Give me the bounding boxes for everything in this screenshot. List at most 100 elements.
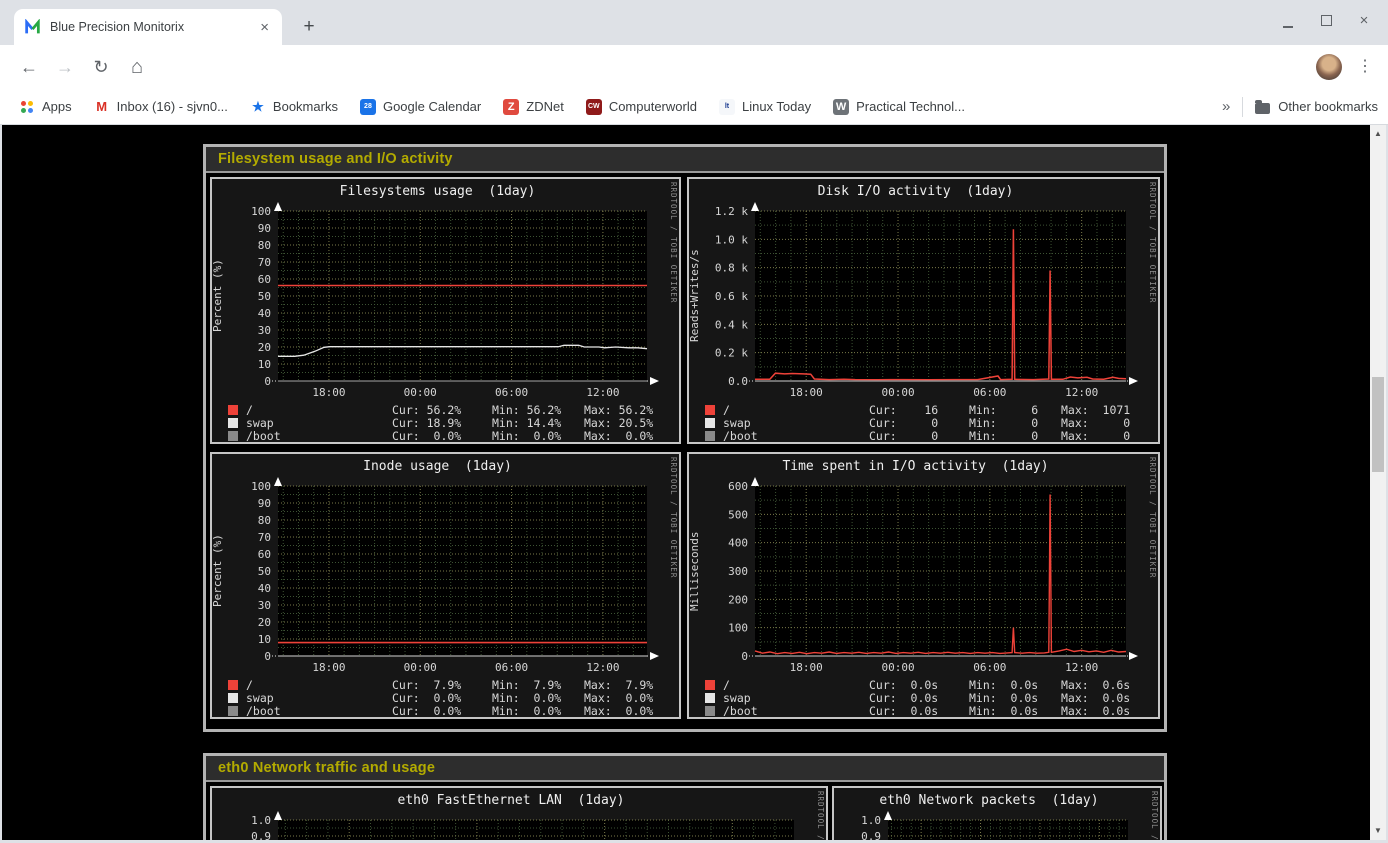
section-header: eth0 Network traffic and usage xyxy=(206,756,1164,782)
svg-text:60: 60 xyxy=(258,273,271,286)
page-area: Filesystem usage and I/O activity RRDTOO… xyxy=(0,125,1388,843)
legend-name: /boot xyxy=(723,429,869,443)
svg-text:80: 80 xyxy=(258,239,271,252)
bookmark-practical-technol[interactable]: WPractical Technol... xyxy=(824,94,974,120)
bookmark-apps[interactable]: Apps xyxy=(10,94,81,120)
svg-text:1.0: 1.0 xyxy=(251,814,271,827)
svg-text:100: 100 xyxy=(251,480,271,493)
svg-text:06:00: 06:00 xyxy=(495,661,528,674)
legend-row: swapCur: 18.9%Min: 14.4%Max: 20.5% xyxy=(212,416,679,429)
legend-swatch xyxy=(705,431,715,441)
legend-row: swapCur: 0Min: 0Max: 0 xyxy=(689,416,1158,429)
tab-close-icon[interactable]: × xyxy=(257,20,272,35)
legend-min: Min: 56.2% xyxy=(492,403,584,417)
monitorix-favicon-icon xyxy=(24,19,41,36)
chart-time-in-io[interactable]: RRDTOOL / TOBI OETIKERTime spent in I/O … xyxy=(687,452,1160,719)
svg-text:06:00: 06:00 xyxy=(973,661,1006,674)
chart-title: eth0 Network packets (1day) xyxy=(834,793,1144,808)
svg-text:40: 40 xyxy=(258,582,271,595)
bookmark-inbox-16-sjvn0[interactable]: MInbox (16) - sjvn0... xyxy=(85,94,237,120)
browser-menu-icon[interactable]: ⋮ xyxy=(1352,54,1378,80)
legend-cur: Cur: 7.9% xyxy=(392,678,492,692)
browser-tab[interactable]: Blue Precision Monitorix × xyxy=(14,9,282,45)
legend-swatch xyxy=(705,693,715,703)
legend-swatch xyxy=(705,418,715,428)
legend-row: swapCur: 0.0%Min: 0.0%Max: 0.0% xyxy=(212,691,679,704)
bookmark-label: Inbox (16) - sjvn0... xyxy=(117,99,228,114)
legend-name: /boot xyxy=(723,704,869,718)
svg-text:00:00: 00:00 xyxy=(404,386,437,399)
computerworld-icon: CW xyxy=(586,99,602,115)
svg-text:18:00: 18:00 xyxy=(790,386,823,399)
browser-window: Blue Precision Monitorix × + × ← → ↻ ⌂ i… xyxy=(0,0,1388,843)
svg-text:12:00: 12:00 xyxy=(586,661,619,674)
back-icon[interactable]: ← xyxy=(16,54,42,80)
svg-text:50: 50 xyxy=(258,290,271,303)
bookmark-label: Linux Today xyxy=(742,99,811,114)
svg-text:0.8 k: 0.8 k xyxy=(715,262,748,275)
svg-text:30: 30 xyxy=(258,324,271,337)
svg-text:12:00: 12:00 xyxy=(1065,386,1098,399)
scrollbar-thumb[interactable] xyxy=(1372,377,1384,472)
reload-icon[interactable]: ↻ xyxy=(88,54,114,80)
legend-row: swapCur: 0.0sMin: 0.0sMax: 0.0s xyxy=(689,691,1158,704)
scroll-down-icon[interactable]: ▼ xyxy=(1370,823,1386,839)
legend-name: / xyxy=(723,403,869,417)
chart-title: Disk I/O activity (1day) xyxy=(689,184,1142,199)
legend-name: / xyxy=(246,403,392,417)
window-maximize-button[interactable] xyxy=(1318,12,1334,28)
bookmark-computerworld[interactable]: CWComputerworld xyxy=(577,94,706,120)
bookmark-label: ZDNet xyxy=(526,99,564,114)
bookmark-zdnet[interactable]: ZZDNet xyxy=(494,94,573,120)
forward-icon[interactable]: → xyxy=(52,54,78,80)
svg-text:00:00: 00:00 xyxy=(881,386,914,399)
scrollbar[interactable]: ▲ ▼ xyxy=(1370,125,1386,840)
plot-canvas: 100908070605040302010018:0000:0006:0012:… xyxy=(214,476,661,676)
svg-text:70: 70 xyxy=(258,256,271,269)
section-eth0: eth0 Network traffic and usage RRDTOOL /… xyxy=(203,753,1167,840)
home-icon[interactable]: ⌂ xyxy=(124,54,150,80)
legend-name: swap xyxy=(723,416,869,430)
other-bookmarks-button[interactable]: Other bookmarks xyxy=(1255,99,1378,114)
svg-text:200: 200 xyxy=(728,593,748,606)
bookmarks-bar: AppsMInbox (16) - sjvn0...★Bookmarks28Go… xyxy=(0,89,1388,125)
chart-disk-io-activity[interactable]: RRDTOOL / TOBI OETIKERDisk I/O activity … xyxy=(687,177,1160,444)
legend-name: swap xyxy=(246,416,392,430)
bookmark-label: Bookmarks xyxy=(273,99,338,114)
chart-filesystems-usage[interactable]: RRDTOOL / TOBI OETIKERFilesystems usage … xyxy=(210,177,681,444)
svg-text:0.9: 0.9 xyxy=(251,830,271,840)
legend-min: Min: 0.0s xyxy=(969,678,1061,692)
chart-inode-usage[interactable]: RRDTOOL / TOBI OETIKERInode usage (1day)… xyxy=(210,452,681,719)
bookmark-google-calendar[interactable]: 28Google Calendar xyxy=(351,94,490,120)
avatar[interactable] xyxy=(1316,54,1342,80)
new-tab-button[interactable]: + xyxy=(296,15,322,41)
legend-swatch xyxy=(705,680,715,690)
legend-min: Min: 6 xyxy=(969,403,1061,417)
calendar-icon: 28 xyxy=(360,99,376,115)
legend-max: Max: 20.5% xyxy=(584,416,653,430)
divider xyxy=(1242,97,1243,117)
svg-text:10: 10 xyxy=(258,358,271,371)
window-minimize-button[interactable] xyxy=(1280,12,1296,28)
window-close-button[interactable]: × xyxy=(1356,12,1372,28)
legend-cur: Cur: 0.0% xyxy=(392,704,492,718)
legend-min: Min: 0.0s xyxy=(969,691,1061,705)
y-axis-label: Milliseconds xyxy=(688,486,701,656)
bookmark-bookmarks[interactable]: ★Bookmarks xyxy=(241,94,347,120)
svg-text:70: 70 xyxy=(258,531,271,544)
section-filesystem: Filesystem usage and I/O activity RRDTOO… xyxy=(203,144,1167,732)
bookmark-linux-today[interactable]: ltLinux Today xyxy=(710,94,820,120)
svg-text:18:00: 18:00 xyxy=(790,661,823,674)
legend-min: Min: 0.0% xyxy=(492,691,584,705)
scroll-up-icon[interactable]: ▲ xyxy=(1370,126,1386,142)
svg-text:50: 50 xyxy=(258,565,271,578)
bookmarks-overflow-icon[interactable]: » xyxy=(1222,98,1230,115)
chart-eth0-lan[interactable]: RRDTOOL / TOBI OETIKEReth0 FastEthernet … xyxy=(210,786,828,840)
chart-eth0-packets[interactable]: RRDTOOL / TOBI OETIKEReth0 Network packe… xyxy=(832,786,1162,840)
legend-row: /Cur: 0.0sMin: 0.0sMax: 0.6s xyxy=(689,678,1158,691)
svg-text:1.2 k: 1.2 k xyxy=(715,205,748,218)
y-axis-label: s/s xyxy=(833,820,846,840)
apps-grid-icon xyxy=(19,99,35,115)
tab-strip: Blue Precision Monitorix × + × xyxy=(0,0,1388,45)
svg-text:0: 0 xyxy=(264,375,271,388)
